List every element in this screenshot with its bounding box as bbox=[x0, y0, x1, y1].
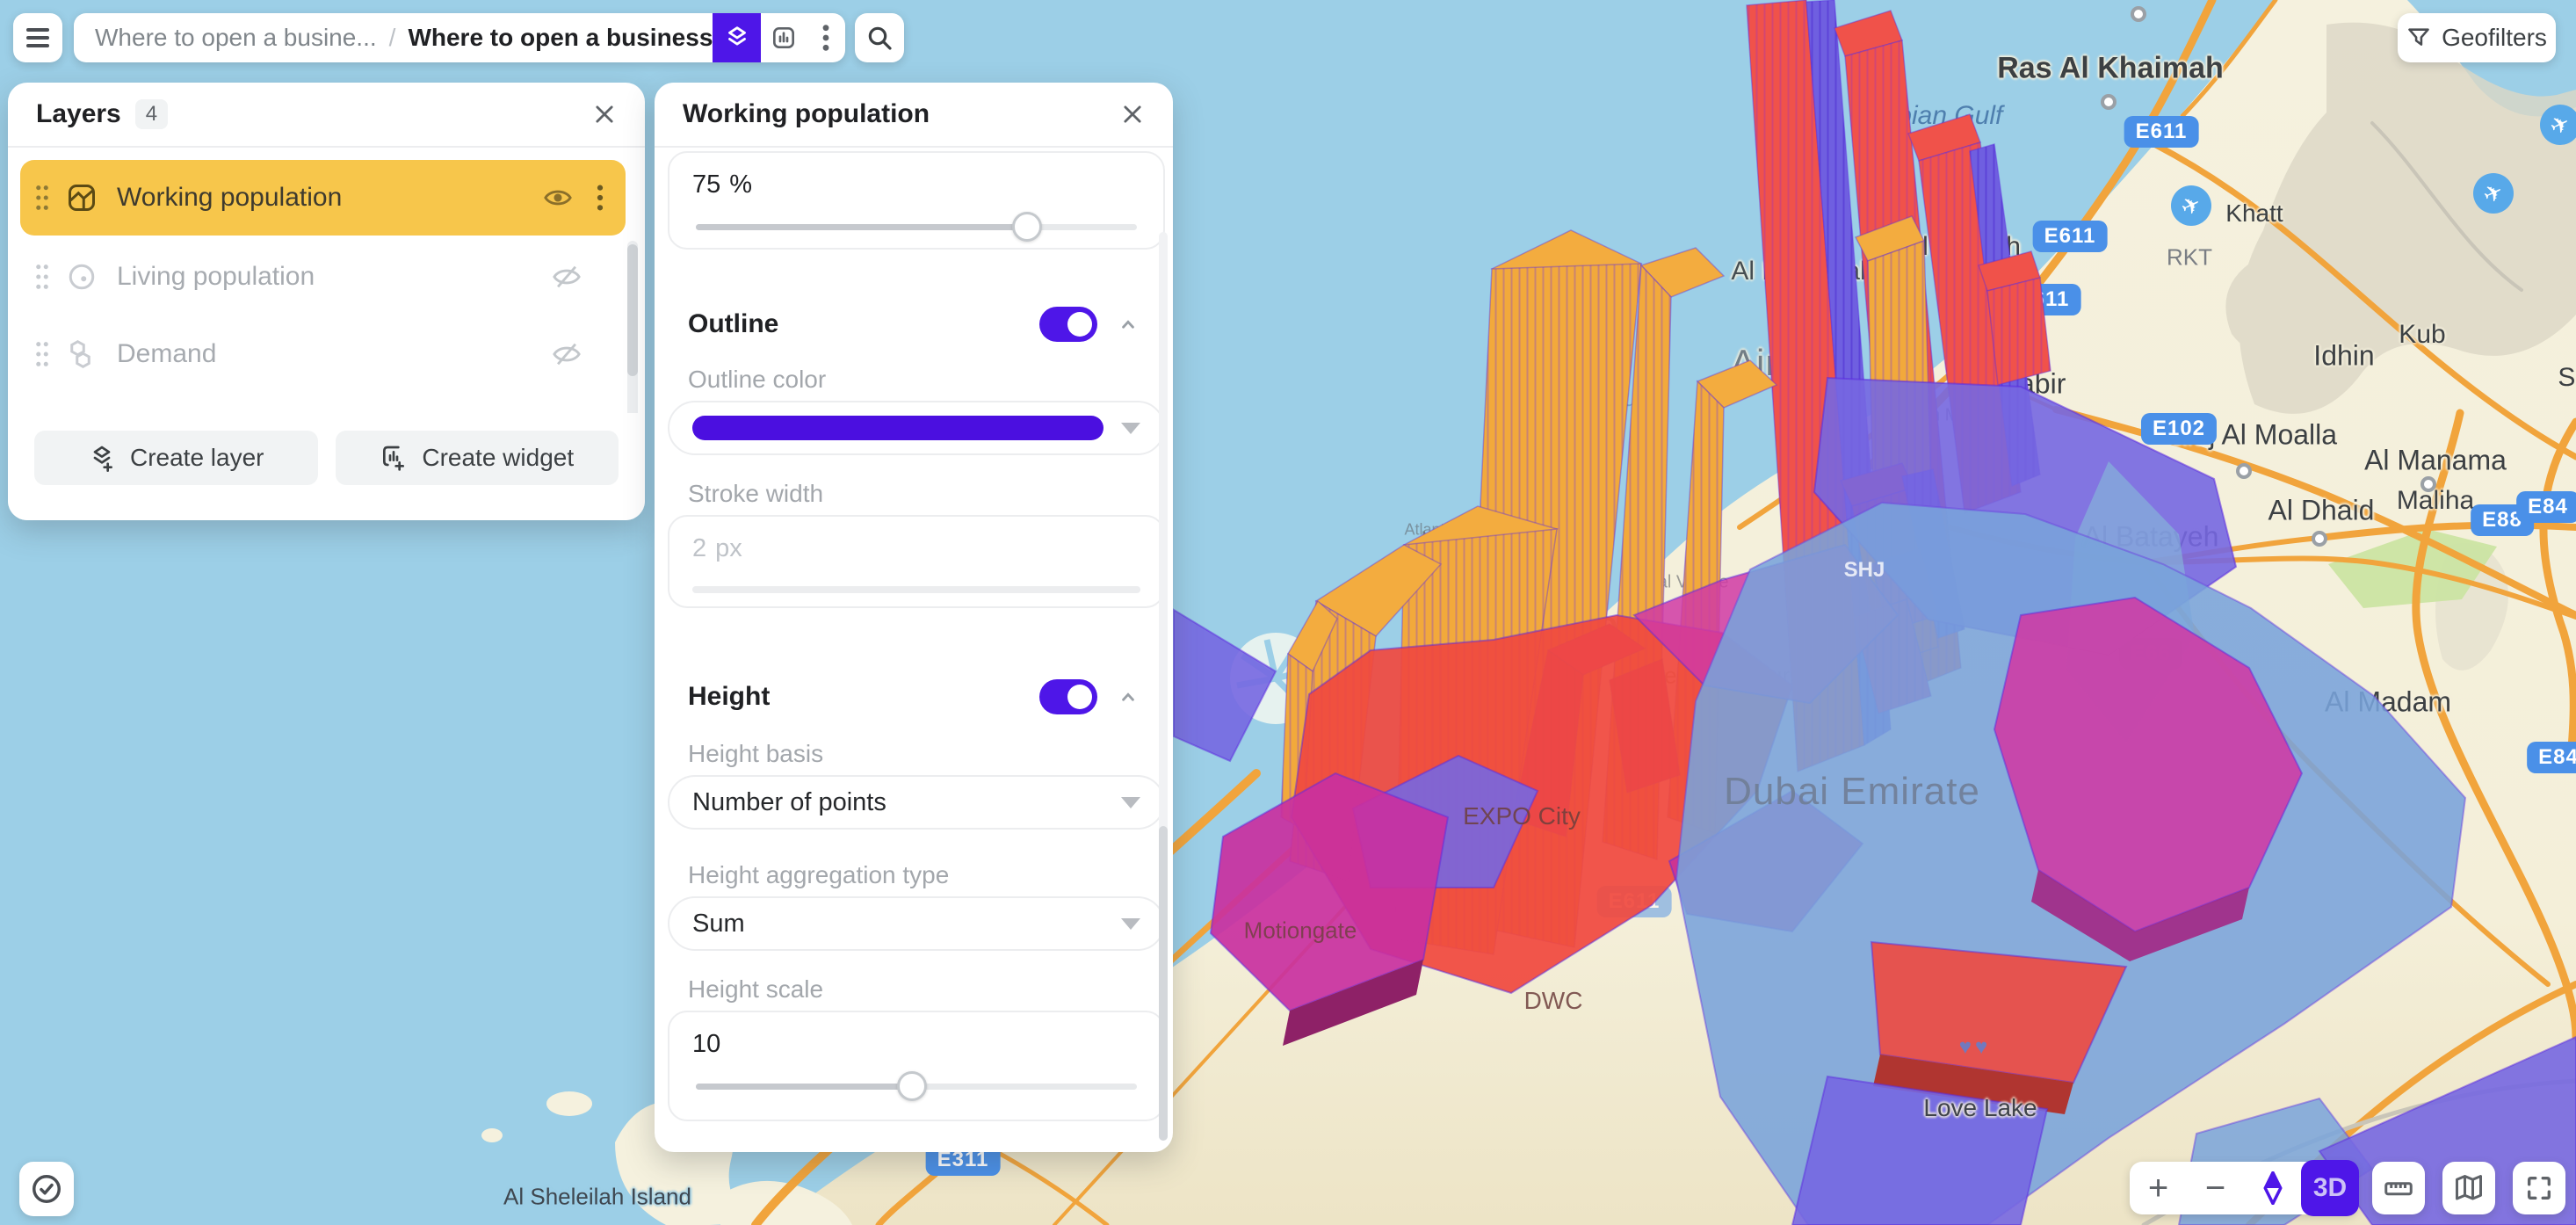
drag-handle-icon[interactable] bbox=[34, 339, 50, 369]
outline-section-row: Outline bbox=[688, 304, 1140, 344]
funnel-icon bbox=[2406, 25, 2431, 50]
zoom-out-button[interactable]: − bbox=[2187, 1162, 2244, 1214]
overflow-menu-button[interactable] bbox=[807, 13, 845, 62]
create-layer-icon bbox=[88, 444, 116, 472]
outline-toggle[interactable] bbox=[1039, 307, 1097, 342]
3d-label: 3D bbox=[2313, 1173, 2347, 1203]
drag-handle-icon[interactable] bbox=[34, 183, 50, 213]
widgets-panel-button[interactable] bbox=[761, 13, 807, 62]
height-aggregation-label: Height aggregation type bbox=[688, 861, 949, 889]
map-icon bbox=[2453, 1172, 2485, 1204]
main-menu-button[interactable] bbox=[13, 13, 62, 62]
breadcrumb-separator: / bbox=[389, 24, 396, 52]
layer-row-living-population[interactable]: Living population bbox=[20, 239, 626, 315]
height-section-title: Height bbox=[688, 682, 770, 712]
visibility-eye-icon[interactable] bbox=[543, 183, 573, 213]
height-section-row: Height bbox=[688, 677, 1140, 717]
stroke-width-card: 2 px bbox=[668, 515, 1165, 608]
outline-section-title: Outline bbox=[688, 309, 778, 339]
create-layer-label: Create layer bbox=[130, 444, 264, 472]
chevron-up-icon[interactable] bbox=[1117, 685, 1140, 708]
geofilters-label: Geofilters bbox=[2442, 24, 2547, 52]
compass-icon bbox=[2260, 1171, 2286, 1205]
plus-icon: + bbox=[2148, 1169, 2168, 1208]
create-widget-label: Create widget bbox=[422, 444, 574, 472]
ruler-icon bbox=[2383, 1172, 2414, 1204]
opacity-value: 75 bbox=[692, 170, 720, 199]
opacity-card: 75 % bbox=[668, 151, 1165, 250]
chevron-up-icon[interactable] bbox=[1117, 313, 1140, 336]
height-toggle[interactable] bbox=[1039, 679, 1097, 714]
height-basis-value: Number of points bbox=[692, 788, 886, 817]
height-scale-card: 10 bbox=[668, 1011, 1165, 1121]
create-layer-button[interactable]: Create layer bbox=[34, 431, 318, 485]
layers-panel-title: Layers bbox=[36, 99, 121, 129]
breadcrumb: Where to open a busine... / Where to ope… bbox=[74, 13, 845, 62]
close-icon[interactable] bbox=[587, 97, 622, 132]
layer-name: Living population bbox=[117, 262, 315, 292]
height-scale-label: Height scale bbox=[688, 975, 823, 1004]
chevron-down-icon bbox=[1121, 918, 1140, 930]
create-widget-button[interactable]: Create widget bbox=[336, 431, 619, 485]
measure-button[interactable] bbox=[2372, 1162, 2425, 1214]
stroke-width-unit: px bbox=[715, 534, 742, 563]
history-button[interactable] bbox=[19, 1162, 74, 1216]
map-nav-group: + − 3D bbox=[2130, 1162, 2358, 1214]
geofilters-button[interactable]: Geofilters bbox=[2398, 13, 2556, 62]
fullscreen-icon bbox=[2524, 1173, 2554, 1203]
minus-icon: − bbox=[2205, 1169, 2225, 1208]
height-scale-slider[interactable] bbox=[692, 1071, 1140, 1101]
drag-handle-icon[interactable] bbox=[34, 262, 50, 292]
opacity-slider[interactable] bbox=[692, 212, 1140, 242]
layer-name: Working population bbox=[117, 183, 342, 213]
outline-color-select[interactable] bbox=[668, 401, 1165, 455]
style-panel-header: Working population bbox=[655, 83, 1173, 148]
layers-panel-button[interactable] bbox=[713, 13, 761, 62]
height-basis-label: Height basis bbox=[688, 740, 823, 768]
layer-row-working-population[interactable]: Working population bbox=[20, 160, 626, 236]
chevron-down-icon bbox=[1121, 797, 1140, 808]
clock-check-icon bbox=[30, 1172, 63, 1206]
layers-panel: Layers 4 Working population Living popul bbox=[8, 83, 645, 520]
opacity-unit: % bbox=[729, 170, 752, 199]
layer-name: Demand bbox=[117, 339, 216, 369]
layers-panel-header: Layers 4 bbox=[8, 83, 645, 148]
slider-thumb[interactable] bbox=[1012, 212, 1042, 242]
layers-actions: Create layer Create widget bbox=[8, 413, 645, 520]
height-aggregation-value: Sum bbox=[692, 910, 745, 939]
slider-thumb[interactable] bbox=[897, 1071, 927, 1101]
zoom-in-button[interactable]: + bbox=[2130, 1162, 2187, 1214]
layer-row-demand[interactable]: Demand bbox=[20, 316, 626, 392]
stroke-width-slider-disabled bbox=[692, 586, 1140, 593]
stroke-width-label: Stroke width bbox=[688, 480, 823, 508]
layer-kebab-icon[interactable] bbox=[596, 183, 604, 213]
visibility-eye-off-icon[interactable] bbox=[552, 339, 582, 369]
scrollbar-thumb[interactable] bbox=[1159, 826, 1168, 1141]
scrollbar-thumb[interactable] bbox=[627, 244, 638, 376]
search-button[interactable] bbox=[855, 13, 904, 62]
create-widget-icon bbox=[380, 444, 408, 472]
height-basis-select[interactable]: Number of points bbox=[668, 775, 1165, 830]
color-swatch bbox=[692, 416, 1103, 440]
breadcrumb-parent[interactable]: Where to open a busine... bbox=[95, 24, 377, 52]
basemap-button[interactable] bbox=[2442, 1162, 2495, 1214]
outline-color-label: Outline color bbox=[688, 366, 826, 394]
layer-style-panel: Working population 75 % Outline bbox=[655, 83, 1173, 1152]
chevron-down-icon bbox=[1121, 423, 1140, 434]
style-panel-title: Working population bbox=[683, 99, 930, 129]
hexagon-layer-icon bbox=[66, 338, 98, 370]
layers-count-badge: 4 bbox=[135, 99, 168, 129]
compass-button[interactable] bbox=[2244, 1162, 2301, 1214]
height-aggregation-select[interactable]: Sum bbox=[668, 896, 1165, 951]
fullscreen-button[interactable] bbox=[2513, 1162, 2565, 1214]
point-layer-icon bbox=[66, 261, 98, 293]
stroke-width-value[interactable]: 2 bbox=[692, 534, 706, 563]
visibility-eye-off-icon[interactable] bbox=[552, 262, 582, 292]
polygon-layer-icon bbox=[66, 182, 98, 214]
mode-3d-button[interactable]: 3D bbox=[2301, 1160, 2359, 1216]
height-scale-value: 10 bbox=[692, 1030, 720, 1059]
close-icon[interactable] bbox=[1115, 97, 1150, 132]
breadcrumb-current: Where to open a business bbox=[408, 24, 713, 52]
